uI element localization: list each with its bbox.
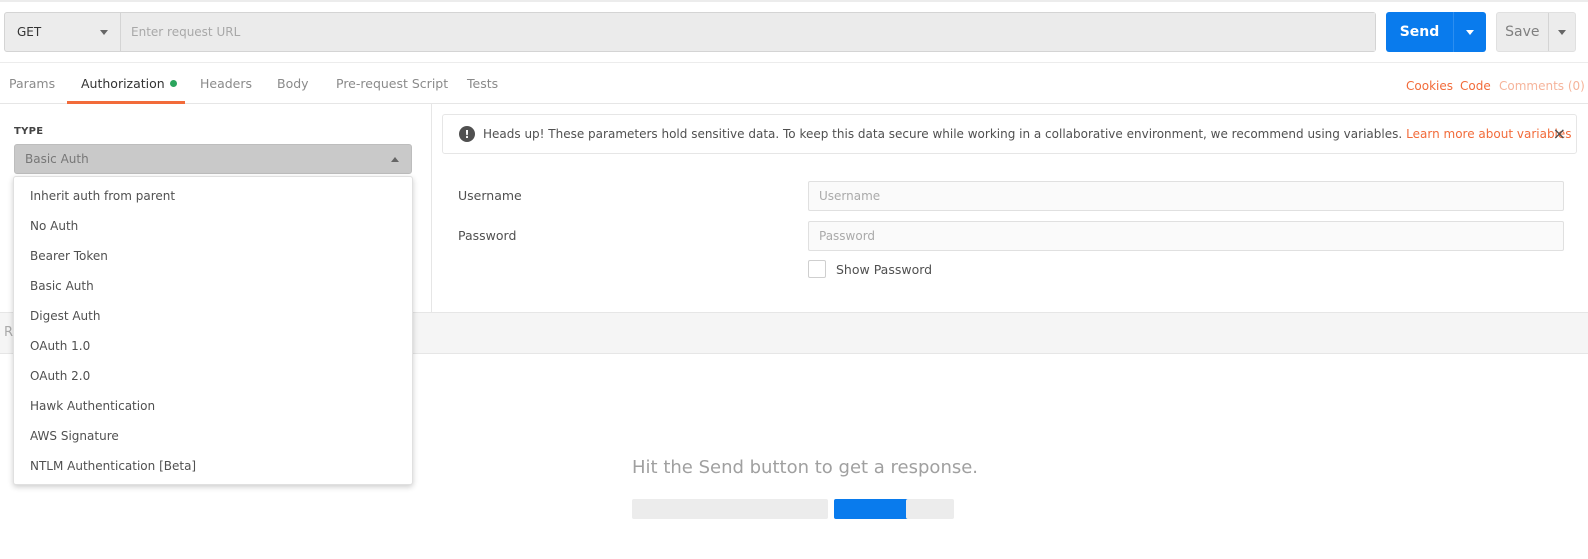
- exclamation-icon: !: [459, 126, 475, 142]
- chevron-down-icon: [100, 29, 108, 35]
- response-label: R: [4, 325, 14, 340]
- chevron-down-icon: [1557, 29, 1566, 35]
- password-label: Password: [458, 228, 517, 243]
- tab-params[interactable]: Params: [9, 63, 55, 105]
- tab-authorization[interactable]: Authorization: [81, 63, 177, 105]
- tab-label: Body: [277, 76, 309, 91]
- close-icon[interactable]: ×: [1553, 125, 1566, 143]
- username-label: Username: [458, 188, 522, 203]
- request-tabs: Params Authorization Headers Body Pre-re…: [0, 62, 1588, 104]
- dropdown-option-ntlm[interactable]: NTLM Authentication [Beta]: [14, 451, 412, 481]
- send-button-group: Send: [1386, 12, 1486, 52]
- request-url-input[interactable]: [121, 13, 1375, 51]
- auth-type-label: TYPE: [14, 126, 44, 137]
- send-options-button[interactable]: [1453, 12, 1486, 52]
- save-button[interactable]: Save: [1497, 13, 1548, 51]
- method-select[interactable]: GET: [5, 13, 121, 51]
- dropdown-option-inherit[interactable]: Inherit auth from parent: [14, 181, 412, 211]
- tab-tests[interactable]: Tests: [467, 63, 498, 105]
- auth-type-selected: Basic Auth: [25, 152, 89, 166]
- save-options-button[interactable]: [1547, 13, 1575, 51]
- tab-label: Params: [9, 76, 56, 91]
- tab-label: Headers: [200, 76, 253, 91]
- dropdown-option-bearer-token[interactable]: Bearer Token: [14, 241, 412, 271]
- dropdown-option-aws-signature[interactable]: AWS Signature: [14, 421, 412, 451]
- show-password-label: Show Password: [836, 262, 933, 277]
- status-dot-icon: [169, 80, 177, 87]
- dropdown-option-hawk[interactable]: Hawk Authentication: [14, 391, 412, 421]
- placeholder-bar: [906, 499, 954, 519]
- dropdown-option-digest-auth[interactable]: Digest Auth: [14, 301, 412, 331]
- comments-link[interactable]: Comments (0): [1499, 63, 1585, 105]
- request-url-bar: GET: [4, 12, 1376, 52]
- top-divider: [0, 0, 1588, 2]
- sensitive-data-banner: ! Heads up! These parameters hold sensit…: [442, 114, 1577, 154]
- tab-label: Pre-request Script: [336, 76, 449, 91]
- send-button[interactable]: Send: [1386, 12, 1453, 52]
- chevron-down-icon: [1466, 29, 1474, 35]
- placeholder-bar: [632, 499, 828, 519]
- auth-type-select[interactable]: Basic Auth: [14, 144, 412, 174]
- show-password-checkbox[interactable]: [808, 260, 826, 278]
- dropdown-option-basic-auth[interactable]: Basic Auth: [14, 271, 412, 301]
- username-field[interactable]: [808, 181, 1564, 211]
- auth-type-dropdown: Inherit auth from parent No Auth Bearer …: [13, 176, 413, 485]
- tab-label: Authorization: [81, 76, 165, 91]
- dropdown-option-oauth1[interactable]: OAuth 1.0: [14, 331, 412, 361]
- tab-headers[interactable]: Headers: [200, 63, 252, 105]
- dropdown-option-oauth2[interactable]: OAuth 2.0: [14, 361, 412, 391]
- chevron-up-icon: [391, 156, 399, 162]
- banner-text: Heads up! These parameters hold sensitiv…: [483, 127, 1403, 141]
- tab-label: Tests: [467, 76, 499, 91]
- method-label: GET: [17, 25, 42, 39]
- learn-more-variables-link[interactable]: Learn more about variables: [1406, 127, 1571, 141]
- empty-response-message: Hit the Send button to get a response.: [632, 457, 979, 478]
- password-field[interactable]: [808, 221, 1564, 251]
- tab-pre-request-script[interactable]: Pre-request Script: [336, 63, 448, 105]
- dropdown-option-no-auth[interactable]: No Auth: [14, 211, 412, 241]
- save-button-group: Save: [1496, 12, 1576, 52]
- code-link[interactable]: Code: [1460, 63, 1491, 105]
- tab-body[interactable]: Body: [277, 63, 309, 105]
- cookies-link[interactable]: Cookies: [1406, 63, 1453, 105]
